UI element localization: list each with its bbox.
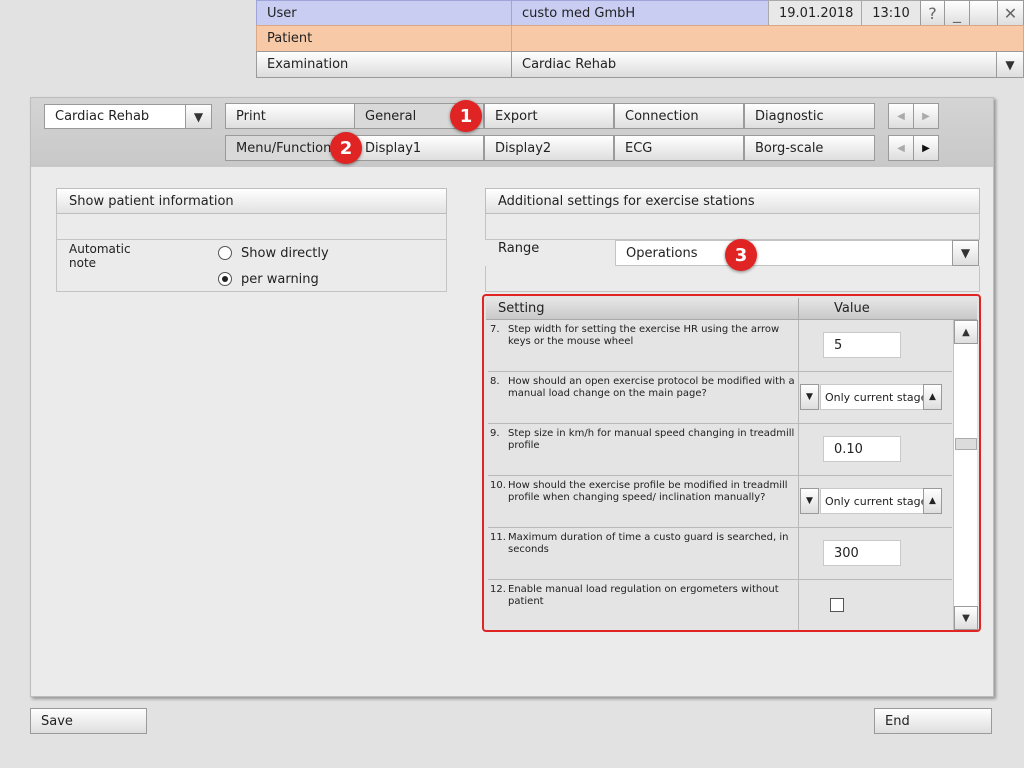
setting-number: 10.: [490, 480, 506, 491]
tab-diagnostic[interactable]: Diagnostic: [744, 103, 875, 129]
col-value-header: Value: [834, 301, 870, 316]
user-label: User: [256, 0, 512, 26]
table-row: 7. Step width for setting the exercise HR…: [488, 320, 952, 372]
table-row: 12. Enable manual load regulation on ergo…: [488, 580, 952, 630]
setting-number: 9.: [490, 428, 500, 439]
speed-step-input[interactable]: 0.10: [823, 436, 901, 462]
setting-description: 10. How should the exercise profile be mo…: [490, 480, 796, 504]
range-spacer: [485, 266, 980, 292]
tabs-row1-next-icon[interactable]: ▶: [913, 103, 939, 129]
setting-text: Maximum duration of time a custo guard i…: [508, 532, 789, 555]
callout-badge-1: 1: [450, 100, 482, 132]
scroll-thumb[interactable]: [955, 438, 977, 450]
profile-select[interactable]: Cardiac Rehab: [44, 104, 186, 129]
patient-value: [511, 25, 1024, 52]
col-setting-header: Setting: [498, 301, 545, 316]
spinner-up-icon[interactable]: ▲: [923, 488, 942, 514]
patient-info-spacer: [57, 214, 446, 240]
automatic-note-label: Automatic note: [69, 242, 131, 270]
scroll-down-icon[interactable]: ▼: [954, 606, 978, 630]
load-change-spinner[interactable]: ▼ Only current stage ▲: [800, 384, 944, 410]
col-divider: [798, 298, 799, 320]
tab-display2[interactable]: Display2: [484, 135, 614, 161]
range-dropdown-icon[interactable]: ▼: [952, 240, 979, 266]
table-row: 8. How should an open exercise protocol b…: [488, 372, 952, 424]
minimize-button[interactable]: _: [944, 0, 970, 26]
tab-display1[interactable]: Display1: [354, 135, 484, 161]
setting-number: 7.: [490, 324, 500, 335]
spinner-down-icon[interactable]: ▼: [800, 488, 819, 514]
setting-text: How should the exercise profile be modif…: [508, 480, 788, 503]
spinner-value: Only current stage: [820, 384, 927, 410]
tab-connection[interactable]: Connection: [614, 103, 744, 129]
table-row: 11. Maximum duration of time a custo guar…: [488, 528, 952, 580]
show-directly-label: Show directly: [241, 246, 329, 261]
tabs-row2-next-icon[interactable]: ▶: [913, 135, 939, 161]
setting-description: 7. Step width for setting the exercise HR…: [490, 324, 796, 348]
setting-description: 11. Maximum duration of time a custo guar…: [490, 532, 796, 556]
examination-label: Examination: [256, 51, 512, 78]
end-button[interactable]: End: [874, 708, 992, 734]
value-cell: [798, 580, 952, 630]
spinner-up-icon[interactable]: ▲: [923, 384, 942, 410]
setting-number: 8.: [490, 376, 500, 387]
examination-select[interactable]: Cardiac Rehab: [511, 51, 997, 78]
exercise-settings-spacer: [485, 214, 980, 240]
setting-text: Enable manual load regulation on ergomet…: [508, 584, 779, 607]
callout-badge-3: 3: [725, 239, 757, 271]
setting-number: 12.: [490, 584, 506, 595]
setting-text: How should an open exercise protocol be …: [508, 376, 795, 399]
hr-step-input[interactable]: 5: [823, 332, 901, 358]
tab-borg-scale[interactable]: Borg-scale: [744, 135, 875, 161]
blank-header-button: [969, 0, 998, 26]
scroll-up-icon[interactable]: ▲: [954, 320, 978, 344]
manual-load-regulation-checkbox[interactable]: [830, 598, 844, 612]
per-warning-label: per warning: [241, 272, 319, 287]
radio-per-warning[interactable]: [218, 272, 232, 286]
table-row: 9. Step size in km/h for manual speed cha…: [488, 424, 952, 476]
spinner-value: Only current stage: [820, 488, 927, 514]
profile-dropdown-icon[interactable]: ▼: [185, 104, 212, 129]
treadmill-profile-spinner[interactable]: ▼ Only current stage ▲: [800, 488, 944, 514]
patient-info-title: Show patient information: [56, 188, 447, 214]
table-header: Setting Value: [486, 298, 977, 320]
tabs-row2-prev-icon[interactable]: ◀: [888, 135, 914, 161]
time-display: 13:10: [861, 0, 921, 26]
setting-description: 8. How should an open exercise protocol b…: [490, 376, 796, 400]
user-value: custo med GmbH: [511, 0, 769, 26]
setting-number: 11.: [490, 532, 506, 543]
tab-print[interactable]: Print: [225, 103, 355, 129]
tabs-row1-prev-icon[interactable]: ◀: [888, 103, 914, 129]
examination-dropdown-icon[interactable]: ▼: [996, 51, 1024, 78]
save-button[interactable]: Save: [30, 708, 147, 734]
table-row: 10. How should the exercise profile be mo…: [488, 476, 952, 528]
close-button[interactable]: ✕: [997, 0, 1024, 26]
patient-label: Patient: [256, 25, 512, 52]
settings-table: Setting Value 7. Step width for setting t…: [482, 294, 981, 632]
range-label: Range: [498, 241, 540, 256]
table-scrollbar[interactable]: ▲ ▼: [953, 320, 978, 630]
range-select[interactable]: Operations: [615, 240, 953, 266]
setting-description: 9. Step size in km/h for manual speed cha…: [490, 428, 796, 452]
tab-export[interactable]: Export: [484, 103, 614, 129]
exercise-settings-title: Additional settings for exercise station…: [485, 188, 980, 214]
radio-show-directly[interactable]: [218, 246, 232, 260]
help-button[interactable]: ?: [920, 0, 945, 26]
date-display: 19.01.2018: [768, 0, 862, 26]
setting-text: Step size in km/h for manual speed chang…: [508, 428, 795, 451]
tab-ecg[interactable]: ECG: [614, 135, 744, 161]
spinner-down-icon[interactable]: ▼: [800, 384, 819, 410]
callout-badge-2: 2: [330, 132, 362, 164]
setting-text: Step width for setting the exercise HR u…: [508, 324, 780, 347]
setting-description: 12. Enable manual load regulation on ergo…: [490, 584, 796, 608]
guard-search-duration-input[interactable]: 300: [823, 540, 901, 566]
